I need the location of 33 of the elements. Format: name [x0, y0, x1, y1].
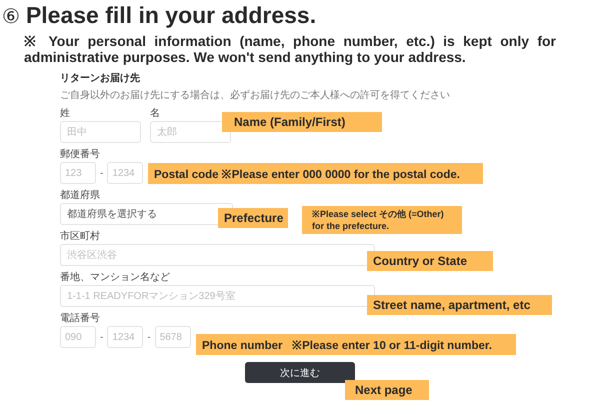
input-field[interactable]: 1-1-1 READYFORマンション329号室	[60, 285, 375, 307]
input-field[interactable]: 1234	[107, 162, 144, 184]
annotation-label: Country or State	[367, 251, 493, 271]
page-title: Please fill in your address.	[26, 2, 316, 29]
field-label: 姓	[60, 107, 71, 120]
field-label: 郵便番号	[60, 148, 101, 161]
input-field[interactable]: 田中	[60, 121, 141, 143]
separator-dash: -	[100, 168, 104, 178]
input-field[interactable]: 1234	[107, 326, 144, 348]
notice-text: ※ Your personal information (name, phone number, etc.) is kept only for administrative purposes. We won't send anything to your address.	[24, 33, 556, 65]
annotation-label: Postal code ※Please enter 000 0000 for the postal code.	[148, 163, 483, 184]
input-field[interactable]: 123	[60, 162, 96, 184]
input-field[interactable]: 090	[60, 326, 96, 348]
annotation-label: Next page	[345, 380, 429, 400]
input-field[interactable]: 渋谷区渋谷	[60, 244, 375, 266]
annotation-label: Prefecture	[218, 208, 288, 228]
input-field[interactable]: 太郎	[150, 121, 231, 143]
separator-dash: -	[147, 332, 151, 342]
form-title: リターンお届け先	[60, 72, 141, 85]
input-field[interactable]: 5678	[154, 326, 191, 348]
field-label: 電話番号	[60, 312, 101, 325]
field-label: 番地、マンション名など	[60, 270, 171, 284]
annotation-label: Phone number ※Please enter 10 or 11-digit number.	[196, 334, 516, 355]
separator-dash: -	[100, 332, 104, 342]
field-label: 都道府県	[60, 188, 101, 202]
field-label: 名	[150, 107, 161, 120]
next-button[interactable]: 次に進む	[245, 362, 355, 383]
field-label: 市区町村	[60, 230, 101, 243]
form-description: ご自身以外のお届け先にする場合は、必ずお届け先のご本人様への許可を得てください	[60, 88, 451, 102]
annotation-label: Name (Family/First)	[222, 112, 382, 132]
step-number: ⑥	[2, 4, 20, 28]
annotation-label: Street name, apartment, etc	[367, 295, 552, 315]
annotation-label: ※Please select その他 (=Other) for the prefecture.	[302, 206, 462, 234]
